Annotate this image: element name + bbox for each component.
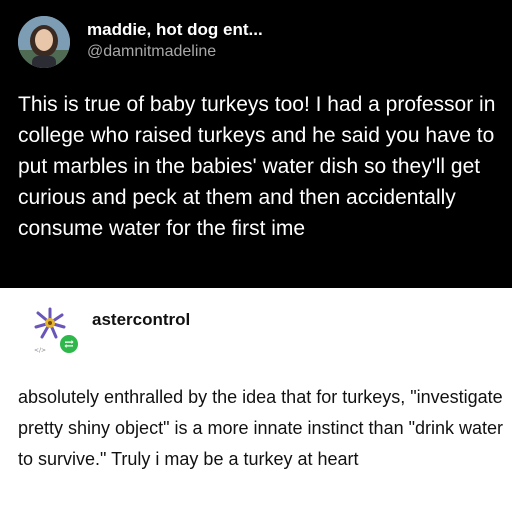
svg-text:</>: </> [34,347,46,354]
reblog-icon [64,340,74,348]
display-name[interactable]: maddie, hot dog ent... [87,20,263,40]
user-handle[interactable]: @damnitmadeline [87,43,216,61]
tumblr-username[interactable]: astercontrol [92,310,190,330]
reblog-badge [58,333,80,355]
tweet-avatar[interactable] [18,16,70,68]
tumblr-post: </> astercontrol absolutely enthralled b… [0,288,512,512]
profile-photo-icon [18,16,70,68]
tumblr-post-text: absolutely enthralled by the idea that f… [18,387,504,469]
tweet-card: maddie, hot dog ent... @damnitmadeline T… [0,0,512,288]
tweet-text: This is true of baby turkeys too! I had … [18,93,496,240]
